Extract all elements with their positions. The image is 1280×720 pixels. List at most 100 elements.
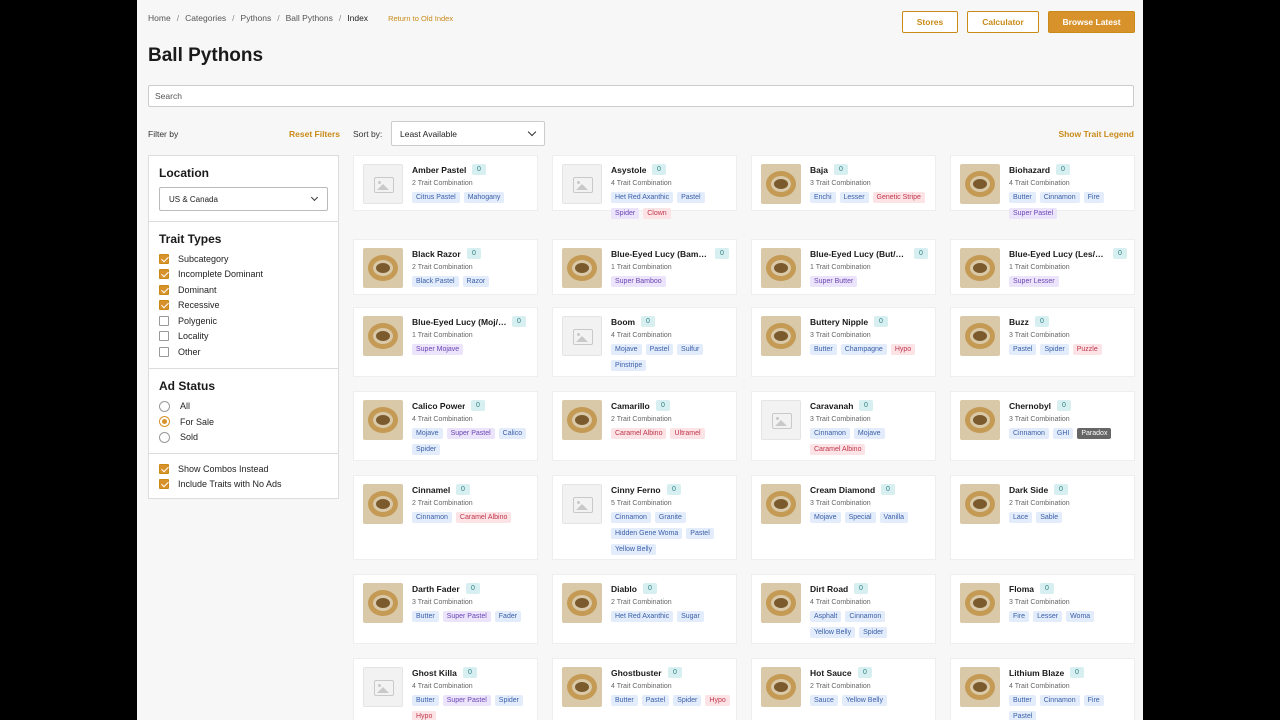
trait-card[interactable]: Darth Fader 0 3 Trait Combination Butter Sup… (353, 574, 538, 644)
trait-tag[interactable]: Super Bamboo (611, 276, 666, 287)
trait-tag[interactable]: Spider (859, 627, 888, 638)
trait-card[interactable]: Camarillo 0 2 Trait Combination Caramel Alb… (552, 391, 737, 461)
checkbox[interactable] (159, 300, 169, 311)
option-dominant[interactable]: Dominant (159, 282, 328, 298)
trait-tag[interactable]: Enchi (810, 192, 836, 203)
trait-tag[interactable]: Black Pastel (412, 276, 459, 287)
trait-tag[interactable]: Razor (462, 276, 490, 287)
trait-tag[interactable]: Spider (412, 444, 441, 455)
trait-card[interactable]: Asystole 0 4 Trait Combination Het Red Axan… (552, 155, 737, 219)
trait-card[interactable]: Ghostbuster 0 4 Trait Combination Butter Pas… (552, 658, 737, 720)
trait-name[interactable]: Blue-Eyed Lucy (Moj/… (412, 317, 506, 327)
radio[interactable] (159, 416, 170, 428)
trait-tag[interactable]: Super Pastel (1009, 208, 1058, 219)
trait-tag[interactable]: Yellow Belly (841, 695, 887, 706)
option-subcategory[interactable]: Subcategory (159, 251, 328, 267)
trait-tag[interactable]: Clown (643, 208, 671, 219)
trait-card[interactable]: Amber Pastel 0 2 Trait Combination Citrus P… (353, 155, 538, 211)
trait-name[interactable]: Blue-Eyed Lucy (Bam/… (611, 249, 709, 259)
trait-tag[interactable]: Fader (494, 611, 522, 622)
trait-card[interactable]: Ghost Killa 0 4 Trait Combination Butter Sup… (353, 658, 538, 720)
trait-tag[interactable]: Hypo (412, 711, 437, 720)
trait-tag[interactable]: Special (844, 512, 876, 523)
trait-tag[interactable]: Cinnamon (845, 611, 886, 622)
trait-tag[interactable]: Hypo (705, 695, 730, 706)
checkbox[interactable] (159, 269, 169, 280)
trait-name[interactable]: Cinny Ferno (611, 485, 661, 495)
trait-tag[interactable]: Puzzle (1072, 344, 1102, 355)
trait-tag[interactable]: Lesser (839, 192, 869, 203)
status-all[interactable]: All (159, 399, 328, 415)
option-show-combos-instead[interactable]: Show Combos Instead (159, 461, 328, 477)
trait-tag[interactable]: Mojave (853, 428, 885, 439)
trait-tag[interactable]: Pastel (686, 528, 714, 539)
trait-card[interactable]: Diablo 0 2 Trait Combination Het Red Axanth… (552, 574, 737, 644)
trait-name[interactable]: Asystole (611, 165, 646, 175)
trait-tag[interactable]: Hidden Gene Woma (611, 528, 683, 539)
trait-tag[interactable]: Pastel (645, 344, 674, 355)
trait-name[interactable]: Amber Pastel (412, 165, 466, 175)
trait-tag[interactable]: Pinstripe (611, 360, 647, 371)
search-input[interactable]: Search (148, 85, 1134, 107)
trait-tag[interactable]: Fire (1083, 695, 1104, 706)
trait-tag[interactable]: Cinnamon (412, 512, 452, 523)
trait-name[interactable]: Chernobyl (1009, 401, 1051, 411)
trait-name[interactable]: Lithium Blaze (1009, 668, 1064, 678)
trait-tag[interactable]: Sable (1036, 512, 1063, 523)
trait-name[interactable]: Ghost Killa (412, 668, 457, 678)
trait-card[interactable]: Floma 0 3 Trait Combination Fire Lesser Woma (950, 574, 1135, 644)
trait-tag[interactable]: Super Pastel (446, 428, 495, 439)
trait-tag[interactable]: GHI (1052, 428, 1074, 439)
trait-name[interactable]: Black Razor (412, 249, 461, 259)
trait-tag[interactable]: Pastel (1009, 344, 1037, 355)
option-recessive[interactable]: Recessive (159, 298, 328, 314)
trait-tag[interactable]: Het Red Axanthic (611, 192, 674, 203)
trait-tag[interactable]: Spider (673, 695, 702, 706)
trait-tag[interactable]: Yellow Belly (810, 627, 856, 638)
trait-card[interactable]: Buzz 0 3 Trait Combination Pastel Spider Puzz… (950, 307, 1135, 377)
trait-tag[interactable]: Mojave (810, 512, 841, 523)
checkbox[interactable] (159, 331, 169, 342)
trait-card[interactable]: Chernobyl 0 3 Trait Combination Cinnamon GHI… (950, 391, 1135, 461)
trait-tag[interactable]: Genetic Stripe (872, 192, 925, 203)
trait-card[interactable]: Cream Diamond 0 3 Trait Combination Mojave S… (751, 475, 936, 560)
trait-tag[interactable]: Super Mojave (412, 344, 464, 355)
trait-tag[interactable]: Asphalt (810, 611, 842, 622)
trait-tag[interactable]: Champagne (840, 344, 887, 355)
trait-tag[interactable]: Pastel (677, 192, 705, 203)
trait-tag[interactable]: Het Red Axanthic (611, 611, 674, 622)
trait-card[interactable]: Black Razor 0 2 Trait Combination Black Pas… (353, 239, 538, 295)
stores-button[interactable]: Stores (902, 11, 958, 33)
trait-tag[interactable]: Vanilla (879, 512, 909, 523)
trait-tag[interactable]: Caramel Albino (455, 512, 512, 523)
trait-card[interactable]: Biohazard 0 4 Trait Combination Butter Cinna… (950, 155, 1135, 219)
trait-tag[interactable]: Paradox (1077, 428, 1112, 439)
trait-tag[interactable]: Calico (498, 428, 527, 439)
trait-tag[interactable]: Mojave (412, 428, 443, 439)
trait-name[interactable]: Caravanah (810, 401, 853, 411)
option-include-traits-with-no-ads[interactable]: Include Traits with No Ads (159, 477, 328, 493)
trait-card[interactable]: Calico Power 0 4 Trait Combination Mojave Su… (353, 391, 538, 461)
option-polygenic[interactable]: Polygenic (159, 313, 328, 329)
trait-name[interactable]: Dirt Road (810, 584, 848, 594)
trait-tag[interactable]: Cinnamon (1009, 428, 1049, 439)
trait-tag[interactable]: Cinnamon (810, 428, 850, 439)
breadcrumb-categories[interactable]: Categories (185, 13, 226, 23)
trait-card[interactable]: Caravanah 0 3 Trait Combination Cinnamon Moj… (751, 391, 936, 461)
trait-tag[interactable]: Cinnamon (1039, 695, 1080, 706)
trait-tag[interactable]: Sulfur (677, 344, 704, 355)
trait-tag[interactable]: Pastel (1009, 711, 1037, 720)
trait-name[interactable]: Calico Power (412, 401, 465, 411)
location-select[interactable]: US & Canada (159, 187, 328, 211)
return-old-index-link[interactable]: Return to Old Index (388, 14, 453, 23)
option-incomplete-dominant[interactable]: Incomplete Dominant (159, 267, 328, 283)
trait-name[interactable]: Dark Side (1009, 485, 1048, 495)
trait-name[interactable]: Blue-Eyed Lucy (Les/L… (1009, 249, 1107, 259)
trait-tag[interactable]: Woma (1066, 611, 1095, 622)
trait-card[interactable]: Hot Sauce 0 2 Trait Combination Sauce Yellow… (751, 658, 936, 720)
radio[interactable] (159, 431, 170, 443)
checkbox[interactable] (159, 346, 169, 357)
trait-tag[interactable]: Spider (611, 208, 640, 219)
trait-name[interactable]: Baja (810, 165, 828, 175)
trait-tag[interactable]: Lace (1009, 512, 1033, 523)
